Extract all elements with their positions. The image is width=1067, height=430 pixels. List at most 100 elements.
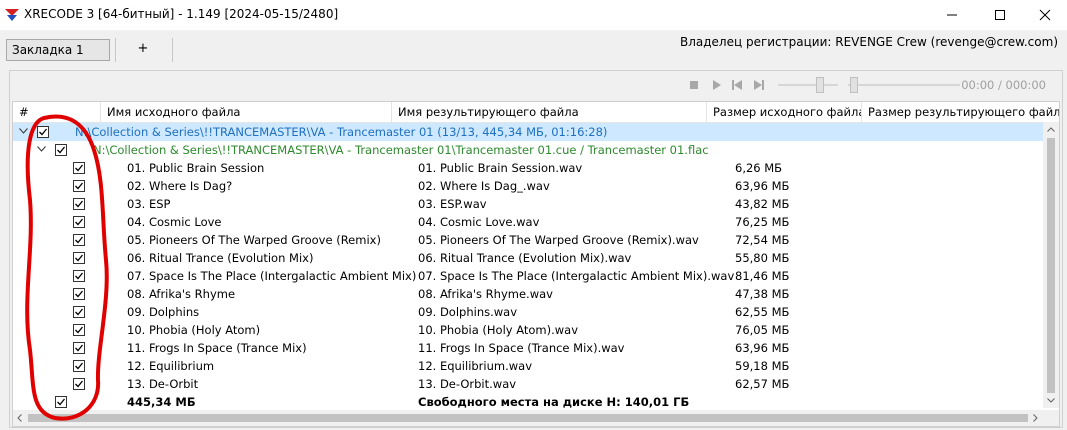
source-file-name: 04. Cosmic Love <box>127 215 222 229</box>
column-header-result-name[interactable]: Имя результирующего файла <box>392 102 707 122</box>
column-header-source-size[interactable]: Размер исходного файла <box>707 102 862 122</box>
checkmark-icon <box>57 146 66 154</box>
source-file-name: 12. Equilibrium <box>127 359 215 373</box>
scroll-left-icon[interactable] <box>17 414 22 422</box>
track-row[interactable]: 08. Afrika's Rhyme 08. Afrika's Rhyme.wav… <box>13 285 1043 303</box>
seek-slider-track[interactable] <box>848 84 960 86</box>
checkmark-icon <box>75 344 84 352</box>
track-row[interactable]: 07. Space Is The Place (Intergalactic Am… <box>13 267 1043 285</box>
total-size: 445,34 МБ <box>127 395 196 409</box>
volume-slider-track[interactable] <box>778 84 838 86</box>
maximize-icon <box>995 10 1005 20</box>
track-checkbox[interactable] <box>73 180 85 192</box>
group-label: N:\Collection & Series\!!TRANCEMASTER\VA… <box>75 125 608 139</box>
track-checkbox[interactable] <box>73 306 85 318</box>
checkmark-icon <box>75 380 84 388</box>
summary-checkbox[interactable] <box>55 396 67 408</box>
seek-slider-thumb[interactable] <box>850 77 858 93</box>
source-file-name: 08. Afrika's Rhyme <box>127 287 236 301</box>
track-checkbox[interactable] <box>73 288 85 300</box>
list-header: # Имя исходного файла Имя результирующег… <box>13 102 1059 123</box>
track-checkbox[interactable] <box>73 252 85 264</box>
track-row[interactable]: 01. Public Brain Session 01. Public Brain… <box>13 159 1043 177</box>
track-checkbox[interactable] <box>73 162 85 174</box>
chevron-down-icon[interactable] <box>19 128 28 134</box>
track-checkbox[interactable] <box>73 342 85 354</box>
source-file-name: 10. Phobia (Holy Atom) <box>127 323 261 337</box>
playback-time: 00:00 / 000:00 <box>961 78 1046 92</box>
checkmark-icon <box>75 326 84 334</box>
window-title: XRECODE 3 [64-битный] - 1.149 [2024-05-1… <box>24 7 339 21</box>
track-checkbox[interactable] <box>73 378 85 390</box>
vertical-scroll-thumb[interactable] <box>1047 138 1055 393</box>
source-file-name: 11. Frogs In Space (Trance Mix) <box>127 341 307 355</box>
source-file-name: 13. De-Orbit <box>127 377 199 391</box>
track-checkbox[interactable] <box>73 270 85 282</box>
source-file-size: 59,18 МБ <box>735 359 790 373</box>
checkmark-icon <box>39 128 48 136</box>
source-file-name: 05. Pioneers Of The Warped Groove (Remix… <box>127 233 381 247</box>
tab-zakladka-1[interactable]: Закладка 1 <box>6 39 110 61</box>
previous-track-icon[interactable] <box>731 79 743 91</box>
result-file-name: 04. Cosmic Love.wav <box>418 215 540 229</box>
result-file-name: 06. Ritual Trance (Evolution Mix).wav <box>418 251 632 265</box>
source-file-name: 06. Ritual Trance (Evolution Mix) <box>127 251 314 265</box>
checkmark-icon <box>75 164 84 172</box>
column-header-source-name[interactable]: Имя исходного файла <box>101 102 392 122</box>
track-checkbox[interactable] <box>73 198 85 210</box>
track-row[interactable]: 05. Pioneers Of The Warped Groove (Remix… <box>13 231 1043 249</box>
source-file-size: 43,82 МБ <box>735 197 790 211</box>
maximize-button[interactable] <box>977 0 1023 30</box>
minimize-button[interactable] <box>929 0 975 30</box>
track-checkbox[interactable] <box>73 234 85 246</box>
track-row[interactable]: 03. ESP 03. ESP.wav 43,82 МБ <box>13 195 1043 213</box>
track-row[interactable]: 11. Frogs In Space (Trance Mix) 11. Frogs… <box>13 339 1043 357</box>
horizontal-scroll-thumb[interactable] <box>28 414 1028 422</box>
track-checkbox[interactable] <box>73 324 85 336</box>
checkmark-icon <box>75 254 84 262</box>
column-header-number[interactable]: # <box>13 102 101 122</box>
checkmark-icon <box>75 308 84 316</box>
scroll-up-icon[interactable] <box>1047 127 1055 132</box>
track-row[interactable]: 12. Equilibrium 12. Equilibrium.wav 59,18 … <box>13 357 1043 375</box>
track-row[interactable]: 02. Where Is Dag? 02. Where Is Dag_.wav 63… <box>13 177 1043 195</box>
source-file-size: 63,96 МБ <box>735 341 790 355</box>
track-checkbox[interactable] <box>73 216 85 228</box>
scroll-right-icon[interactable] <box>1033 414 1038 422</box>
vertical-scrollbar[interactable] <box>1043 122 1059 408</box>
stop-icon[interactable] <box>688 79 700 91</box>
volume-slider-thumb[interactable] <box>816 77 824 93</box>
track-checkbox[interactable] <box>73 360 85 372</box>
horizontal-scrollbar[interactable] <box>13 410 1043 426</box>
source-file-name: 09. Dolphins <box>127 305 200 319</box>
play-icon[interactable] <box>710 79 722 91</box>
cue-row[interactable]: N:\Collection & Series\!!TRANCEMASTER\VA… <box>13 141 1043 159</box>
next-track-icon[interactable] <box>753 79 765 91</box>
track-row[interactable]: 09. Dolphins 09. Dolphins.wav 62,55 МБ <box>13 303 1043 321</box>
group-checkbox[interactable] <box>37 126 49 138</box>
track-row[interactable]: 13. De-Orbit 13. De-Orbit.wav 62,57 МБ <box>13 375 1043 393</box>
scrollbar-corner <box>1043 410 1059 426</box>
result-file-name: 08. Afrika's Rhyme.wav <box>418 287 553 301</box>
main-panel: 00:00 / 000:00 # Имя исходного файла Имя… <box>9 70 1063 428</box>
minimize-icon <box>947 14 957 16</box>
result-file-name: 11. Frogs In Space (Trance Mix).wav <box>418 341 625 355</box>
player-bar: 00:00 / 000:00 <box>10 71 1062 99</box>
result-file-name: 07. Space Is The Place (Intergalactic Am… <box>418 269 735 283</box>
scroll-down-icon[interactable] <box>1047 398 1055 403</box>
close-button[interactable] <box>1022 0 1067 30</box>
checkmark-icon <box>57 398 66 406</box>
result-file-name: 02. Where Is Dag_.wav <box>418 179 550 193</box>
chevron-down-icon[interactable] <box>37 146 46 152</box>
source-file-name: 01. Public Brain Session <box>127 161 265 175</box>
track-row[interactable]: 10. Phobia (Holy Atom) 10. Phobia (Holy A… <box>13 321 1043 339</box>
group-row[interactable]: N:\Collection & Series\!!TRANCEMASTER\VA… <box>13 123 1043 141</box>
track-row[interactable]: 06. Ritual Trance (Evolution Mix) 06. Rit… <box>13 249 1043 267</box>
track-row[interactable]: 04. Cosmic Love 04. Cosmic Love.wav 76,25 … <box>13 213 1043 231</box>
file-list[interactable]: # Имя исходного файла Имя результирующег… <box>12 101 1060 427</box>
source-file-name: 07. Space Is The Place (Intergalactic Am… <box>127 269 417 283</box>
column-header-result-size[interactable]: Размер результирующего файла <box>862 102 1059 122</box>
add-tab-button[interactable]: + <box>132 41 154 59</box>
cue-checkbox[interactable] <box>55 144 67 156</box>
source-file-size: 76,05 МБ <box>735 323 790 337</box>
